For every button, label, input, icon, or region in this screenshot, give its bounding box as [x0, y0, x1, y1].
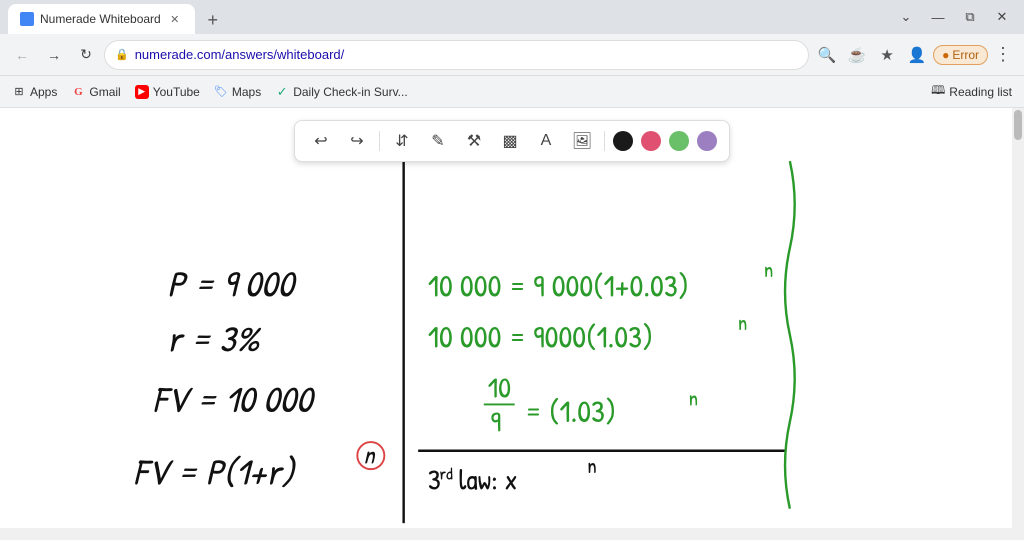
minimize-button[interactable]: —: [924, 3, 952, 31]
highlighter-button[interactable]: ▩: [496, 127, 524, 155]
bookmark-apps-label: Apps: [30, 85, 57, 99]
browser-menu-button[interactable]: ⋮: [990, 44, 1016, 65]
bookmark-youtube-label: YouTube: [153, 85, 200, 99]
select-tool-button[interactable]: ⇵: [388, 127, 416, 155]
bookmark-youtube[interactable]: ▶ YouTube: [135, 85, 200, 99]
svg-text:r = 3%: r = 3%: [167, 314, 261, 363]
toolbar-divider-2: [604, 131, 605, 151]
svg-text:rd: rd: [439, 463, 453, 486]
svg-text:P = 9 000: P = 9 000: [167, 259, 297, 308]
gmail-icon: G: [71, 85, 85, 99]
svg-text:n: n: [688, 383, 698, 412]
pen-tool-button[interactable]: ✎: [424, 127, 452, 155]
tab-favicon: [20, 12, 34, 26]
title-bar: Numerade Whiteboard ✕ + ⌄ — ⧉ ✕: [0, 0, 1024, 34]
bookmark-maps-label: Maps: [232, 85, 261, 99]
new-tab-button[interactable]: +: [199, 6, 227, 34]
svg-text:10 000 = 9 000(1+0.03): 10 000 = 9 000(1+0.03): [428, 264, 689, 306]
whiteboard-canvas[interactable]: P = 9 000 r = 3% FV = 10 000 FV = P(1+r)…: [0, 108, 1012, 528]
close-button[interactable]: ✕: [988, 3, 1016, 31]
back-button[interactable]: ←: [8, 41, 36, 69]
reload-button[interactable]: ↻: [72, 41, 100, 69]
browser-window: Numerade Whiteboard ✕ + ⌄ — ⧉ ✕ ← → ↻ 🔒 …: [0, 0, 1024, 540]
extensions-button[interactable]: ☕: [843, 41, 871, 69]
search-button[interactable]: 🔍: [813, 41, 841, 69]
bookmarks-bar: ⊞ Apps G Gmail ▶ YouTube 🏷 Maps ✓ Daily …: [0, 76, 1024, 108]
scrollbar-right[interactable]: [1012, 108, 1024, 540]
color-purple[interactable]: [697, 131, 717, 151]
tab-area: Numerade Whiteboard ✕ +: [8, 0, 888, 34]
bookmark-apps[interactable]: ⊞ Apps: [12, 85, 57, 99]
checkin-icon: ✓: [275, 85, 289, 99]
lock-icon: 🔒: [115, 48, 129, 61]
color-green[interactable]: [669, 131, 689, 151]
bookmark-maps[interactable]: 🏷 Maps: [214, 85, 261, 99]
profile-button[interactable]: 👤: [903, 41, 931, 69]
active-tab[interactable]: Numerade Whiteboard ✕: [8, 4, 195, 34]
toolbar-divider-1: [379, 131, 380, 151]
image-tool-button[interactable]: 🖼: [568, 127, 596, 155]
tab-title: Numerade Whiteboard: [40, 12, 161, 26]
tab-close-button[interactable]: ✕: [167, 11, 183, 27]
window-controls: ⌄ — ⧉ ✕: [892, 3, 1016, 31]
apps-icon: ⊞: [12, 85, 26, 99]
svg-text:9: 9: [491, 402, 502, 441]
bookmark-button[interactable]: ★: [873, 41, 901, 69]
color-black[interactable]: [613, 131, 633, 151]
restore-button[interactable]: ⧉: [956, 3, 984, 31]
error-label: Error: [952, 48, 979, 62]
error-dot: ●: [942, 48, 949, 62]
text-tool-button[interactable]: A: [532, 127, 560, 155]
svg-text:10 000 = 9000(1.03): 10 000 = 9000(1.03): [428, 315, 653, 357]
youtube-icon: ▶: [135, 85, 149, 99]
redo-button[interactable]: ↪: [343, 127, 371, 155]
svg-text:law: x: law: x: [459, 460, 518, 499]
nav-icons: 🔍 ☕ ★ 👤 ● Error ⋮: [813, 41, 1016, 69]
nav-bar: ← → ↻ 🔒 numerade.com/answers/whiteboard/…: [0, 34, 1024, 76]
scrollbar-thumb[interactable]: [1014, 110, 1022, 140]
svg-text:FV = 10 000: FV = 10 000: [153, 375, 316, 424]
tab-menu-button[interactable]: ⌄: [892, 3, 920, 31]
svg-text:n: n: [764, 255, 774, 284]
color-red[interactable]: [641, 131, 661, 151]
reading-list-icon: 🕮: [931, 81, 945, 102]
error-badge[interactable]: ● Error: [933, 45, 988, 65]
bookmark-checkin[interactable]: ✓ Daily Check-in Surv...: [275, 85, 407, 99]
address-text: numerade.com/answers/whiteboard/: [135, 47, 798, 62]
svg-text:FV = P(1+r): FV = P(1+r): [133, 448, 296, 497]
scrollbar-bottom[interactable]: [0, 528, 1012, 540]
whiteboard-toolbar: ↩ ↪ ⇵ ✎ ⚒ ▩ A 🖼: [294, 120, 730, 162]
whiteboard-svg: P = 9 000 r = 3% FV = 10 000 FV = P(1+r)…: [0, 108, 1012, 528]
reading-list-label: Reading list: [949, 85, 1012, 99]
svg-text:n: n: [587, 451, 597, 480]
undo-button[interactable]: ↩: [307, 127, 335, 155]
reading-list-button[interactable]: 🕮 Reading list: [931, 81, 1012, 102]
address-bar[interactable]: 🔒 numerade.com/answers/whiteboard/: [104, 40, 809, 70]
bookmark-checkin-label: Daily Check-in Surv...: [293, 85, 407, 99]
bookmark-gmail-label: Gmail: [89, 85, 120, 99]
tools-button[interactable]: ⚒: [460, 127, 488, 155]
bookmark-gmail[interactable]: G Gmail: [71, 85, 120, 99]
forward-button[interactable]: →: [40, 41, 68, 69]
content-area: ↩ ↪ ⇵ ✎ ⚒ ▩ A 🖼: [0, 108, 1024, 540]
svg-text:= (1.03): = (1.03): [524, 390, 616, 432]
maps-icon: 🏷: [214, 85, 228, 99]
svg-text:n: n: [738, 308, 748, 337]
